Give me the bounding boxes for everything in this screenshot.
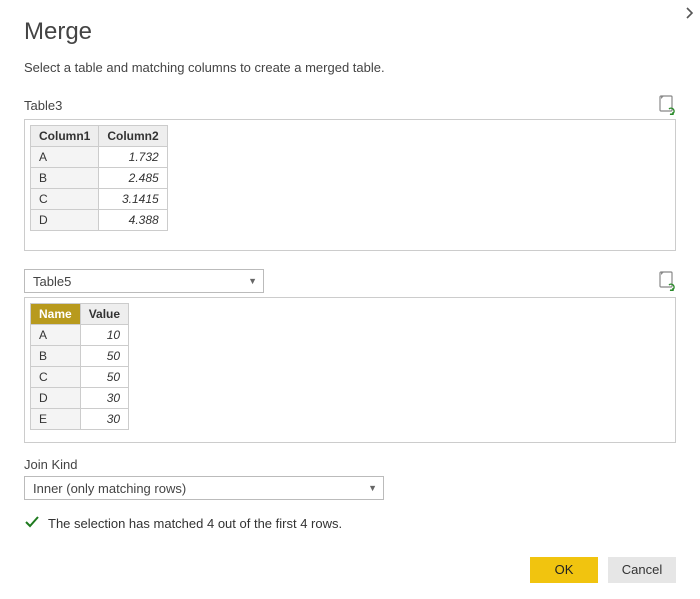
chevron-down-icon: ▼	[248, 276, 257, 286]
table-row[interactable]: D4.388	[31, 210, 168, 231]
cell[interactable]: E	[31, 409, 81, 430]
column-header[interactable]: Name	[31, 304, 81, 325]
cell[interactable]: B	[31, 168, 99, 189]
column-header[interactable]: Column1	[31, 126, 99, 147]
primary-table[interactable]: Column1Column2 A1.732B2.485C3.1415D4.388	[30, 125, 168, 231]
table-row[interactable]: E30	[31, 409, 129, 430]
dialog-title: Merge	[24, 18, 676, 46]
chevron-down-icon: ▼	[368, 483, 377, 493]
check-icon	[24, 514, 40, 533]
match-status-text: The selection has matched 4 out of the f…	[48, 516, 342, 531]
column-header[interactable]: Value	[80, 304, 128, 325]
table-row[interactable]: D30	[31, 388, 129, 409]
dialog-subtitle: Select a table and matching columns to c…	[24, 60, 676, 75]
cell[interactable]: B	[31, 346, 81, 367]
primary-table-label: Table3	[24, 98, 62, 113]
join-kind-selected: Inner (only matching rows)	[33, 481, 186, 496]
cell[interactable]: 1.732	[99, 147, 167, 168]
cell[interactable]: A	[31, 147, 99, 168]
cell[interactable]: 30	[80, 388, 128, 409]
expand-chevron-icon[interactable]	[684, 6, 694, 23]
cell[interactable]: C	[31, 367, 81, 388]
cell[interactable]: 50	[80, 367, 128, 388]
secondary-table-select[interactable]: Table5 ▼	[24, 269, 264, 293]
cell[interactable]: 2.485	[99, 168, 167, 189]
secondary-table[interactable]: NameValue A10B50C50D30E30	[30, 303, 129, 430]
join-kind-label: Join Kind	[24, 457, 676, 472]
table-row[interactable]: C50	[31, 367, 129, 388]
cell[interactable]: D	[31, 210, 99, 231]
cell[interactable]: A	[31, 325, 81, 346]
secondary-preview: NameValue A10B50C50D30E30	[24, 297, 676, 443]
cell[interactable]: D	[31, 388, 81, 409]
cell[interactable]: 30	[80, 409, 128, 430]
primary-preview: Column1Column2 A1.732B2.485C3.1415D4.388	[24, 119, 676, 251]
join-kind-select[interactable]: Inner (only matching rows) ▼	[24, 476, 384, 500]
cancel-button[interactable]: Cancel	[608, 557, 676, 583]
ok-button[interactable]: OK	[530, 557, 598, 583]
table-row[interactable]: A10	[31, 325, 129, 346]
table-row[interactable]: C3.1415	[31, 189, 168, 210]
table-row[interactable]: B2.485	[31, 168, 168, 189]
secondary-table-selected: Table5	[33, 274, 71, 289]
refresh-preview-icon[interactable]	[658, 271, 676, 291]
refresh-preview-icon[interactable]	[658, 95, 676, 115]
cell[interactable]: 3.1415	[99, 189, 167, 210]
table-row[interactable]: A1.732	[31, 147, 168, 168]
cell[interactable]: 10	[80, 325, 128, 346]
column-header[interactable]: Column2	[99, 126, 167, 147]
table-row[interactable]: B50	[31, 346, 129, 367]
cell[interactable]: C	[31, 189, 99, 210]
cell[interactable]: 50	[80, 346, 128, 367]
cell[interactable]: 4.388	[99, 210, 167, 231]
